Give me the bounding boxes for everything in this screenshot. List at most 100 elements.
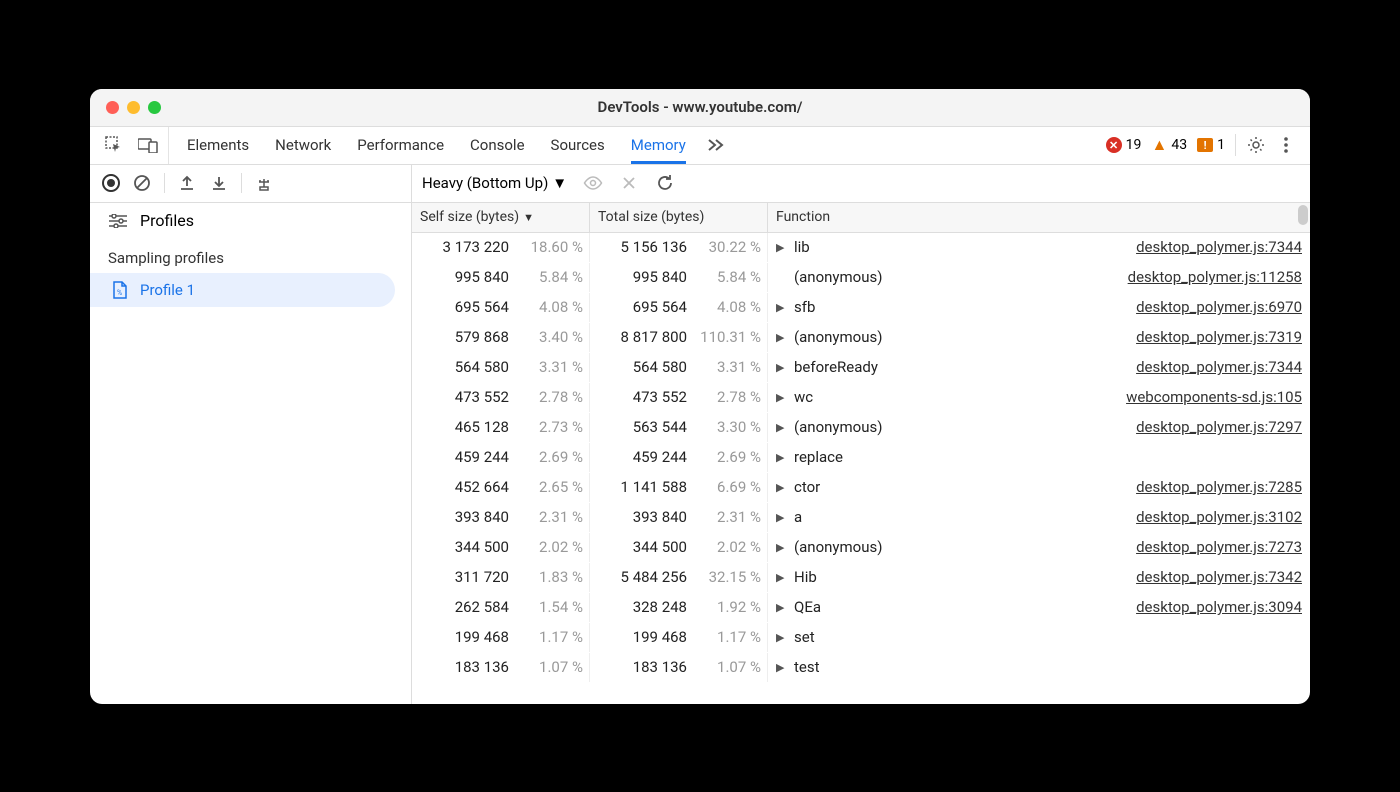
tab-elements[interactable]: Elements [187,127,249,164]
tab-sources[interactable]: Sources [551,127,605,164]
source-link[interactable]: desktop_polymer.js:7344 [1136,238,1302,256]
expand-arrow-icon[interactable]: ▶ [776,631,788,644]
error-count[interactable]: ✕ 19 [1106,137,1142,153]
table-row[interactable]: 452 6642.65 %1 141 5886.69 %▶ctordesktop… [412,473,1310,503]
profiles-header[interactable]: Profiles [90,203,411,239]
more-tabs-icon[interactable] [706,135,726,155]
source-link[interactable]: desktop_polymer.js:7319 [1136,328,1302,346]
source-link[interactable]: desktop_polymer.js:6970 [1136,298,1302,316]
function-name: sfb [794,298,815,316]
maximize-window-button[interactable] [148,101,161,114]
warning-icon: ▲ [1151,137,1167,153]
expand-arrow-icon[interactable]: ▶ [776,601,788,614]
expand-arrow-icon[interactable]: ▶ [776,571,788,584]
issue-icon: ! [1197,138,1213,152]
table-row[interactable]: 459 2442.69 %459 2442.69 %▶replace [412,443,1310,473]
divider [1235,134,1236,156]
expand-arrow-icon[interactable]: ▶ [776,481,788,494]
minimize-window-button[interactable] [127,101,140,114]
profile-item[interactable]: % Profile 1 [90,273,395,307]
function-name: wc [794,388,813,406]
source-link[interactable]: desktop_polymer.js:11258 [1128,268,1302,286]
expand-arrow-icon[interactable]: ▶ [776,331,788,344]
cell-function: ▶Hibdesktop_polymer.js:7342 [768,563,1310,592]
view-mode-select[interactable]: Heavy (Bottom Up) ▼ [422,174,567,192]
table-row[interactable]: 695 5644.08 %695 5644.08 %▶sfbdesktop_po… [412,293,1310,323]
expand-arrow-icon[interactable]: ▶ [776,391,788,404]
table-row[interactable]: 344 5002.02 %344 5002.02 %▶(anonymous)de… [412,533,1310,563]
refresh-icon[interactable] [655,173,675,193]
table-row[interactable]: 183 1361.07 %183 1361.07 %▶test [412,653,1310,683]
tab-memory[interactable]: Memory [631,127,686,164]
cell-self-size: 564 5803.31 % [412,353,590,382]
upload-icon[interactable] [177,173,197,193]
sort-desc-icon: ▼ [523,211,534,224]
cell-total-size: 183 1361.07 % [590,653,768,682]
table-body[interactable]: 3 173 22018.60 %5 156 13630.22 %▶libdesk… [412,233,1310,704]
table-row[interactable]: 311 7201.83 %5 484 25632.15 %▶Hibdesktop… [412,563,1310,593]
table-row[interactable]: 3 173 22018.60 %5 156 13630.22 %▶libdesk… [412,233,1310,263]
table-row[interactable]: 473 5522.78 %473 5522.78 %▶wcwebcomponen… [412,383,1310,413]
expand-arrow-icon[interactable]: ▶ [776,661,788,674]
scrollbar-thumb[interactable] [1298,205,1308,225]
table-row[interactable]: 564 5803.31 %564 5803.31 %▶beforeReadyde… [412,353,1310,383]
cell-function: ▶ a desktop_polymer.js:3102 [768,503,1310,532]
source-link[interactable]: webcomponents-sd.js:105 [1126,388,1302,406]
cell-function: ▶set [768,623,1310,652]
column-function[interactable]: Function [768,203,1310,232]
table-row[interactable]: 579 8683.40 %8 817 800110.31 %▶(anonymou… [412,323,1310,353]
issue-count[interactable]: ! 1 [1197,137,1225,153]
source-link[interactable]: desktop_polymer.js:7273 [1136,538,1302,556]
tab-network[interactable]: Network [275,127,331,164]
warning-count[interactable]: ▲ 43 [1151,137,1187,153]
table-row[interactable]: 262 5841.54 %328 2481.92 %▶QEadesktop_po… [412,593,1310,623]
cell-function: ▶(anonymous)desktop_polymer.js:7319 [768,323,1310,352]
view-mode-label: Heavy (Bottom Up) [422,174,548,192]
expand-arrow-icon[interactable]: ▶ [776,361,788,374]
eye-icon[interactable] [583,173,603,193]
expand-arrow-icon[interactable]: ▶ [776,301,788,314]
expand-arrow-icon[interactable]: ▶ [776,241,788,254]
source-link[interactable]: desktop_polymer.js:7297 [1136,418,1302,436]
column-total-size[interactable]: Total size (bytes) [590,203,768,232]
cell-self-size: 393 8402.31 % [412,503,590,532]
table-row[interactable]: 995 8405.84 %995 8405.84 %(anonymous)des… [412,263,1310,293]
cell-function: ▶ctordesktop_polymer.js:7285 [768,473,1310,502]
download-icon[interactable] [209,173,229,193]
table-row[interactable]: 199 4681.17 %199 4681.17 %▶set [412,623,1310,653]
table-row[interactable]: 393 8402.31 %393 8402.31 %▶adesktop_poly… [412,503,1310,533]
column-self-size[interactable]: Self size (bytes) ▼ [412,203,590,232]
function-name: a [794,508,802,526]
tab-performance[interactable]: Performance [357,127,444,164]
source-link[interactable]: desktop_polymer.js:3102 [1136,508,1302,526]
close-window-button[interactable] [106,101,119,114]
clear-icon[interactable] [132,173,152,193]
function-name: beforeReady [794,358,878,376]
cell-self-size: 459 2442.69 % [412,443,590,472]
function-name: test [794,658,820,676]
profile-name: Profile 1 [140,281,195,299]
device-toolbar-icon[interactable] [138,135,158,155]
function-name: (anonymous) [794,418,882,436]
tab-console[interactable]: Console [470,127,525,164]
expand-arrow-icon[interactable]: ▶ [776,511,788,524]
inspect-element-icon[interactable] [104,135,124,155]
sidebar: Profiles Sampling profiles % Profile 1 [90,203,412,704]
expand-arrow-icon[interactable]: ▶ [776,451,788,464]
settings-icon[interactable] [1246,135,1266,155]
expand-arrow-icon[interactable]: ▶ [776,421,788,434]
svg-text:%: % [117,289,122,297]
cell-function: ▶QEadesktop_polymer.js:3094 [768,593,1310,622]
source-link[interactable]: desktop_polymer.js:7285 [1136,478,1302,496]
source-link[interactable]: desktop_polymer.js:7344 [1136,358,1302,376]
garbage-collect-icon[interactable] [254,173,274,193]
source-link[interactable]: desktop_polymer.js:3094 [1136,598,1302,616]
panel-tabs: Elements Network Performance Console Sources… [187,127,686,164]
table-row[interactable]: 465 1282.73 %563 5443.30 %▶(anonymous)de… [412,413,1310,443]
more-options-icon[interactable] [1276,135,1296,155]
source-link[interactable]: desktop_polymer.js:7342 [1136,568,1302,586]
profiles-label: Profiles [140,211,194,230]
record-button[interactable] [102,174,120,192]
close-icon[interactable] [619,173,639,193]
expand-arrow-icon[interactable]: ▶ [776,541,788,554]
